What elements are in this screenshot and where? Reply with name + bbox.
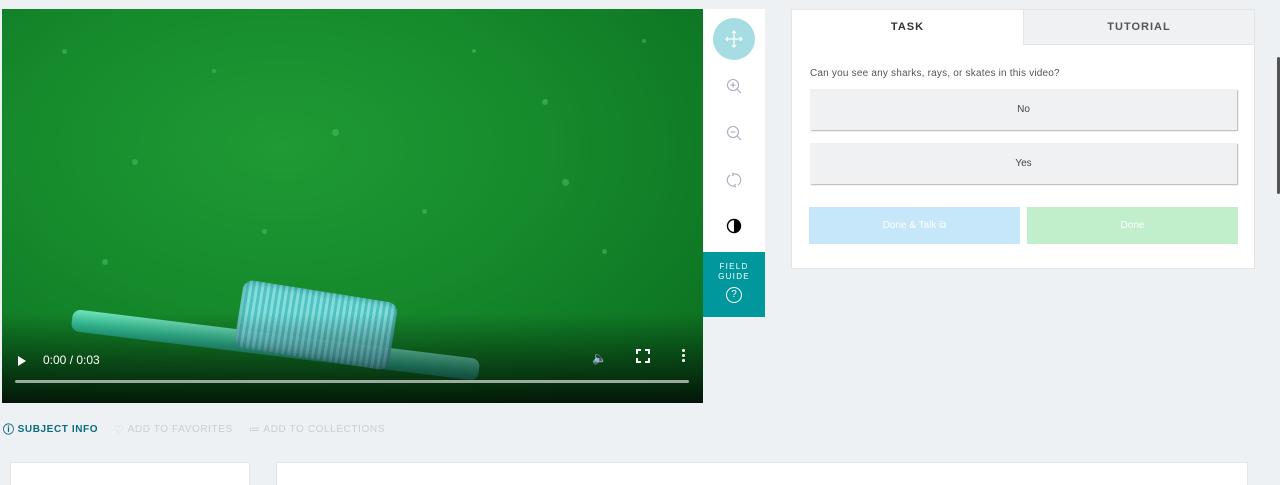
speck: [642, 39, 646, 43]
speck: [332, 129, 339, 136]
speck: [602, 249, 607, 254]
subject-info-button[interactable]: ⓘ SUBJECT INFO: [3, 421, 98, 437]
rotate-icon: [726, 172, 742, 188]
video-controls: 0:00 / 0:03 🔈: [2, 343, 703, 403]
play-icon[interactable]: [18, 356, 26, 366]
volume-icon[interactable]: 🔈: [592, 351, 607, 365]
heart-icon: ♡: [114, 423, 125, 436]
external-link-icon: ⧉: [939, 220, 947, 231]
info-icon: ⓘ: [3, 424, 15, 436]
speck: [62, 49, 67, 54]
list-icon: ≔: [248, 423, 261, 436]
subject-meta-bar: ⓘ SUBJECT INFO ♡ ADD TO FAVORITES ≔ ADD …: [3, 421, 401, 437]
speck: [472, 49, 476, 53]
task-tabs: TASK TUTORIAL: [792, 10, 1254, 45]
invert-button[interactable]: [713, 205, 755, 247]
add-to-collections-button[interactable]: ≔ ADD TO COLLECTIONS: [249, 423, 385, 436]
invert-icon: [726, 218, 742, 234]
video-time: 0:00 / 0:03: [43, 353, 100, 367]
field-guide-button[interactable]: FIELD GUIDE ?: [703, 252, 765, 317]
speck: [542, 99, 548, 105]
help-icon: ?: [726, 287, 742, 303]
zoom-out-icon: [726, 125, 742, 141]
zoom-in-icon: [726, 78, 742, 94]
tab-tutorial[interactable]: TUTORIAL: [1023, 10, 1254, 45]
left-info-card: [10, 462, 250, 485]
add-to-collections-label: ADD TO COLLECTIONS: [263, 423, 385, 435]
speck: [262, 229, 267, 234]
field-guide-label: FIELD GUIDE: [718, 262, 750, 281]
add-to-favorites-button[interactable]: ♡ ADD TO FAVORITES: [114, 423, 233, 436]
speck: [562, 179, 569, 186]
answer-no-button[interactable]: No: [810, 89, 1237, 130]
speck: [422, 209, 427, 214]
rotate-button[interactable]: [713, 159, 755, 201]
done-button[interactable]: Done: [1027, 207, 1238, 244]
task-panel: TASK TUTORIAL Can you see any sharks, ra…: [791, 9, 1255, 269]
fullscreen-icon[interactable]: [636, 349, 650, 363]
zoom-out-button[interactable]: [713, 112, 755, 154]
move-icon: [725, 30, 743, 48]
add-to-favorites-label: ADD TO FAVORITES: [127, 423, 233, 435]
more-options-icon[interactable]: [682, 349, 685, 363]
speck: [132, 159, 138, 165]
done-and-talk-button[interactable]: Done & Talk ⧉: [809, 207, 1020, 244]
subject-video[interactable]: 0:00 / 0:03 🔈: [2, 9, 703, 403]
video-progress-bar[interactable]: [15, 380, 689, 383]
tab-task[interactable]: TASK: [792, 10, 1023, 45]
answer-yes-button[interactable]: Yes: [810, 143, 1237, 184]
speck: [102, 259, 108, 265]
done-and-talk-label: Done & Talk: [882, 220, 937, 231]
zoom-in-button[interactable]: [713, 65, 755, 107]
subject-info-label: SUBJECT INFO: [17, 423, 99, 435]
move-tool-button[interactable]: [713, 18, 755, 60]
image-toolbar: [703, 9, 765, 252]
main-info-card: [276, 462, 1248, 485]
speck: [212, 69, 216, 73]
task-question: Can you see any sharks, rays, or skates …: [810, 68, 1060, 79]
